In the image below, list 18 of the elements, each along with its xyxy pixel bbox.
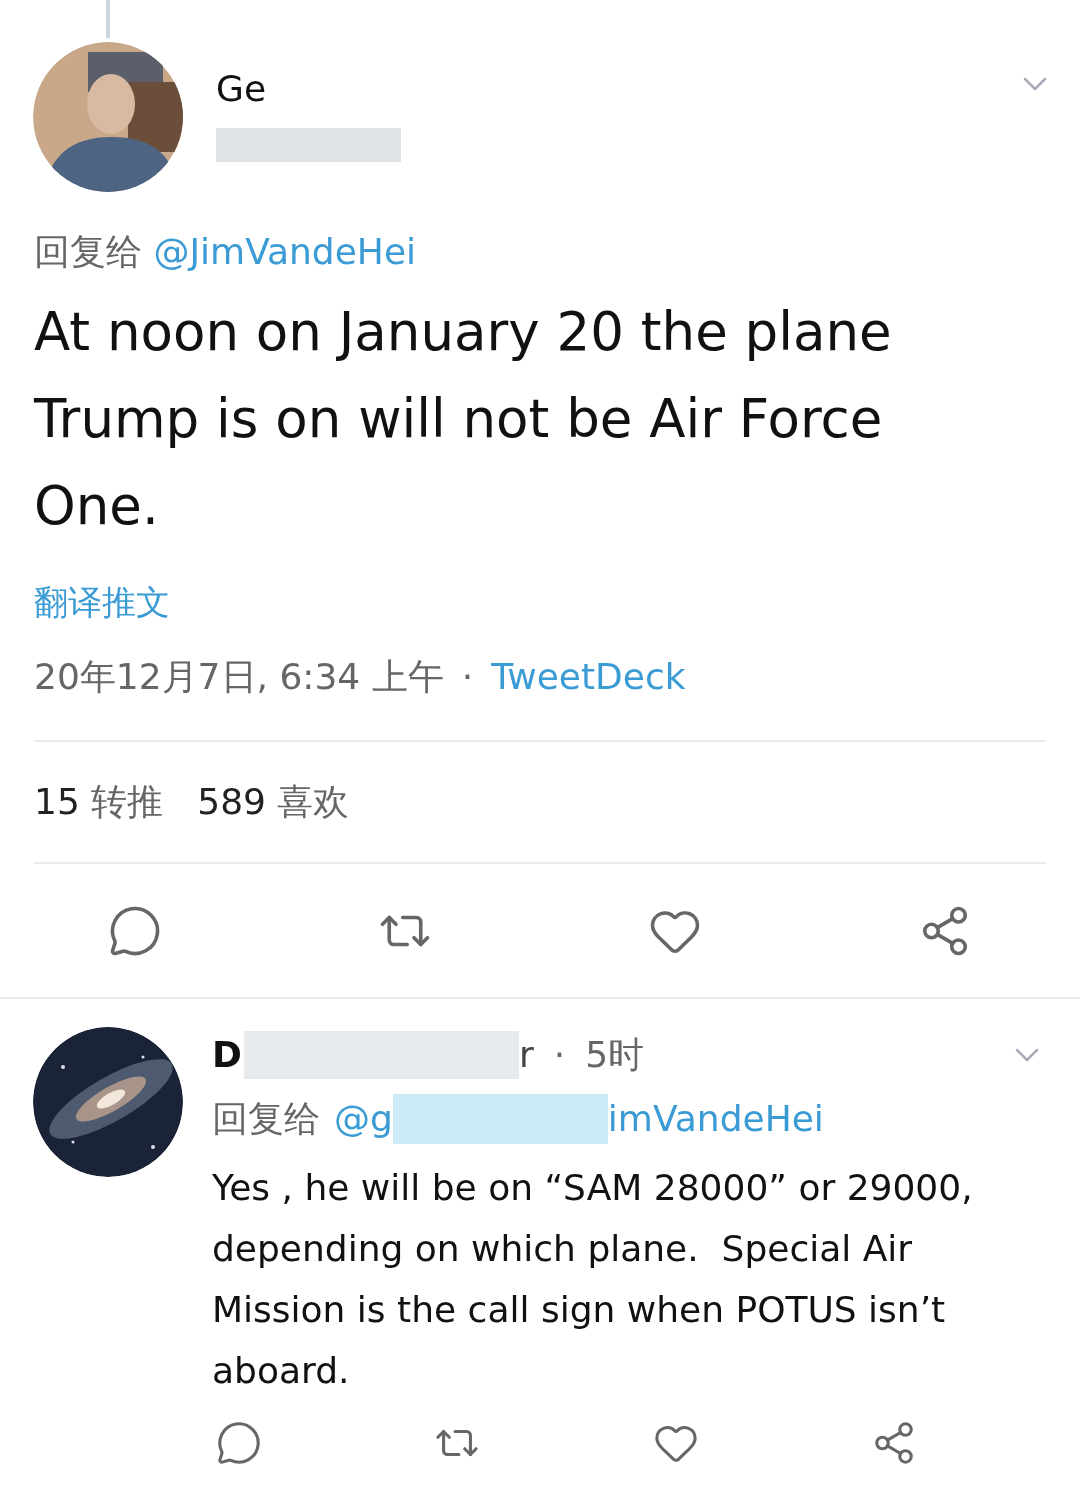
separator-dot: · <box>553 1033 566 1077</box>
source-link[interactable]: TweetDeck <box>491 650 686 704</box>
tweet-text: At noon on January 20 the plane Trump is on will not be Air Force One. <box>34 300 893 538</box>
reply-time: 5时 <box>585 1033 645 1077</box>
author-name: Ge <box>216 67 268 111</box>
mention-link[interactable]: @g <box>334 1092 393 1146</box>
stat-count[interactable]: 15 转推 <box>34 775 164 829</box>
timestamp: 20年12月7日, 6:34 上午 <box>34 655 444 699</box>
translate-link[interactable]: 翻译推文 <box>34 577 1046 628</box>
mention-link[interactable]: imVandeHei <box>607 1092 824 1146</box>
separator-dot: · <box>461 655 474 699</box>
reply-text: Yes , he will be on “SAM 28000” or 29000, depending on which plane. Special Air Mission is the call sign when POTUS isn’t aboard. <box>212 1166 974 1393</box>
stat-count[interactable]: 589 喜欢 <box>197 775 350 829</box>
reply-prefix: 回复给 <box>212 1097 320 1141</box>
mention-link[interactable]: @JimVandeHei <box>153 231 417 272</box>
author-name: r <box>518 1033 534 1077</box>
author-name: D <box>212 1033 242 1077</box>
reply-to-line: 回复给 @JimVandeHei <box>34 230 418 274</box>
